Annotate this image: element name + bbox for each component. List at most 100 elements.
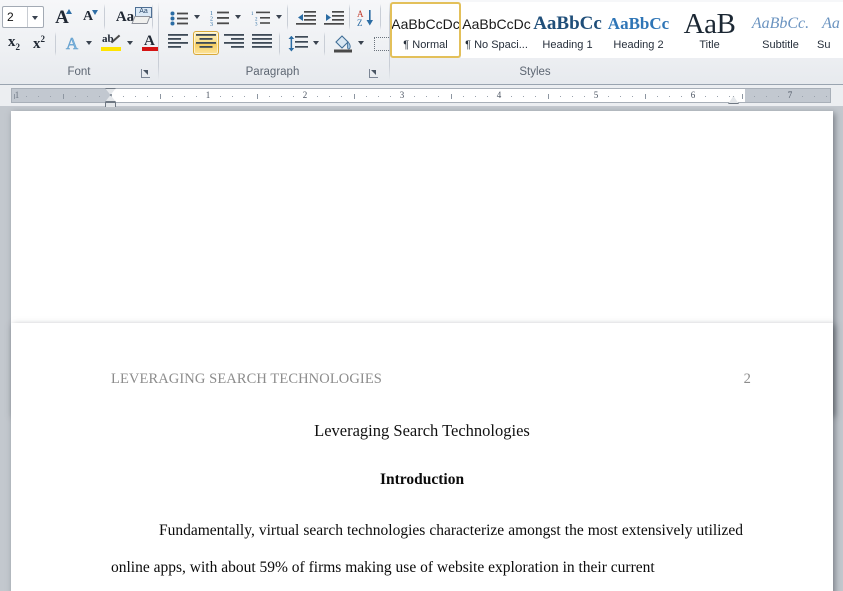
ruler-dot (268, 96, 270, 97)
up-arrow-icon (66, 9, 72, 14)
justify-button[interactable] (249, 31, 275, 55)
decrease-indent-button[interactable] (292, 5, 318, 29)
ruler-tick (547, 94, 549, 99)
down-arrow-icon (92, 10, 98, 15)
multilevel-list-button[interactable]: 1 2 3 (247, 5, 273, 29)
ruler-tick (159, 94, 161, 99)
subscript-button[interactable]: x2 (2, 31, 26, 55)
ribbon-group-styles: AaBbCcDc ¶ Normal AaBbCcDc ¶ No Spaci...… (390, 0, 843, 84)
style-label: Subtitle (762, 39, 799, 51)
text-effects-chevron-icon[interactable] (86, 41, 92, 45)
style-item-subtitle[interactable]: AaBbCc. Subtitle (745, 2, 816, 58)
superscript-button[interactable]: x2 (27, 31, 51, 55)
svg-text:1: 1 (251, 12, 254, 17)
line-spacing-button[interactable] (284, 31, 310, 55)
ruler-dot (511, 96, 513, 97)
ruler-dot (680, 96, 682, 97)
font-color-button[interactable]: A (138, 31, 160, 55)
font-size-value: 2 (7, 10, 14, 24)
style-item-heading-1[interactable]: AaBbCс Heading 1 (532, 2, 603, 58)
align-left-icon (168, 33, 188, 53)
style-item-heading-2[interactable]: AaBbCc Heading 2 (603, 2, 674, 58)
highlight-color-swatch (101, 47, 121, 51)
text-effects-icon: A (65, 33, 79, 53)
ruler-tick (741, 94, 743, 99)
highlight-chevron-icon[interactable] (127, 41, 133, 45)
multilevel-list-chevron-icon[interactable] (276, 15, 282, 19)
shading-button[interactable] (329, 31, 355, 55)
align-center-icon (196, 33, 216, 53)
align-center-button[interactable] (193, 31, 219, 55)
superscript-icon: x2 (33, 33, 45, 52)
chevron-down-icon[interactable] (32, 16, 38, 20)
ruler-dot (317, 96, 319, 97)
text-highlight-color-button[interactable]: ab (98, 31, 124, 55)
sort-button[interactable]: A Z (353, 5, 377, 29)
style-label: Heading 2 (613, 39, 664, 51)
numbering-button[interactable]: 1 2 3 (206, 5, 232, 29)
style-item-title[interactable]: AaB Title (674, 2, 745, 58)
numbering-icon: 1 2 3 (210, 10, 230, 31)
ruler-dot (171, 96, 173, 97)
svg-text:3: 3 (210, 22, 213, 26)
shrink-font-button[interactable]: A (76, 5, 100, 29)
style-label: ¶ Normal (403, 39, 448, 51)
ruler-dot (26, 96, 28, 97)
style-preview: AaBbCcDc (462, 16, 531, 32)
ruler-dot (583, 96, 585, 97)
ruler-number: 2 (302, 90, 308, 100)
ruler-number: 1 (14, 90, 20, 100)
align-right-button[interactable] (221, 31, 247, 55)
document-page-2[interactable]: LEVERAGING SEARCH TECHNOLOGIES 2 Leverag… (11, 323, 833, 591)
font-color-swatch (142, 47, 158, 51)
font-size-input[interactable]: 2 (2, 6, 44, 28)
ribbon-group-paragraph: 1 2 3 1 2 3 A Z Paragraph (159, 0, 404, 84)
multilevel-list-icon: 1 2 3 (251, 10, 272, 31)
increase-indent-button[interactable] (320, 5, 346, 29)
style-item-subtle-emphasis[interactable]: Aa Su (816, 2, 843, 58)
bullets-chevron-icon[interactable] (194, 15, 200, 19)
style-label: ¶ No Spaci... (465, 39, 528, 51)
ruler-dot (329, 96, 331, 97)
ruler-dot (292, 96, 294, 97)
style-preview: AaBbCc (607, 14, 670, 33)
ruler-dot (280, 96, 282, 97)
svg-text:3: 3 (255, 23, 258, 27)
page-number: 2 (743, 371, 751, 387)
grow-font-button[interactable]: A (50, 5, 74, 29)
shading-chevron-icon[interactable] (358, 41, 364, 45)
document-title: Leveraging Search Technologies (314, 421, 530, 440)
ruler-dot (571, 96, 573, 97)
shading-paint-bucket-icon (333, 35, 353, 58)
subscript-icon: x2 (8, 33, 20, 52)
ruler-dot (535, 96, 537, 97)
ruler-dot (426, 96, 428, 97)
ruler-dot (668, 96, 670, 97)
justify-icon (252, 33, 272, 53)
ruler-dot (802, 96, 804, 97)
ruler-dot (244, 96, 246, 97)
style-item-no-spacing[interactable]: AaBbCcDc ¶ No Spaci... (461, 2, 532, 58)
style-label: Heading 1 (542, 39, 593, 51)
bullets-button[interactable] (165, 5, 191, 29)
horizontal-ruler[interactable]: 1 2 3 4 5 6 7 1 (11, 88, 831, 103)
ruler-dot (753, 96, 755, 97)
line-spacing-icon (288, 35, 308, 57)
styles-group-label: Styles (519, 66, 551, 78)
paragraph-dialog-launcher[interactable] (367, 67, 380, 80)
style-item-normal[interactable]: AaBbCcDc ¶ Normal (390, 2, 461, 58)
line-spacing-chevron-icon[interactable] (313, 41, 319, 45)
document-canvas[interactable]: LEVERAGING SEARCH TECHNOLOGIES 2 Leverag… (0, 107, 843, 591)
ruler-dot (195, 96, 197, 97)
style-label: Title (699, 39, 720, 51)
divider (104, 4, 105, 30)
style-preview: AaBbCc. (751, 15, 810, 32)
clear-formatting-button-2[interactable]: Aa (128, 4, 156, 30)
document-heading-introduction: Introduction (379, 471, 465, 488)
font-dialog-launcher[interactable] (139, 67, 152, 80)
numbering-chevron-icon[interactable] (235, 15, 241, 19)
align-left-button[interactable] (165, 31, 191, 55)
ruler-dot (814, 96, 816, 97)
style-label: Su (817, 39, 831, 51)
text-effects-button[interactable]: A (60, 31, 84, 55)
